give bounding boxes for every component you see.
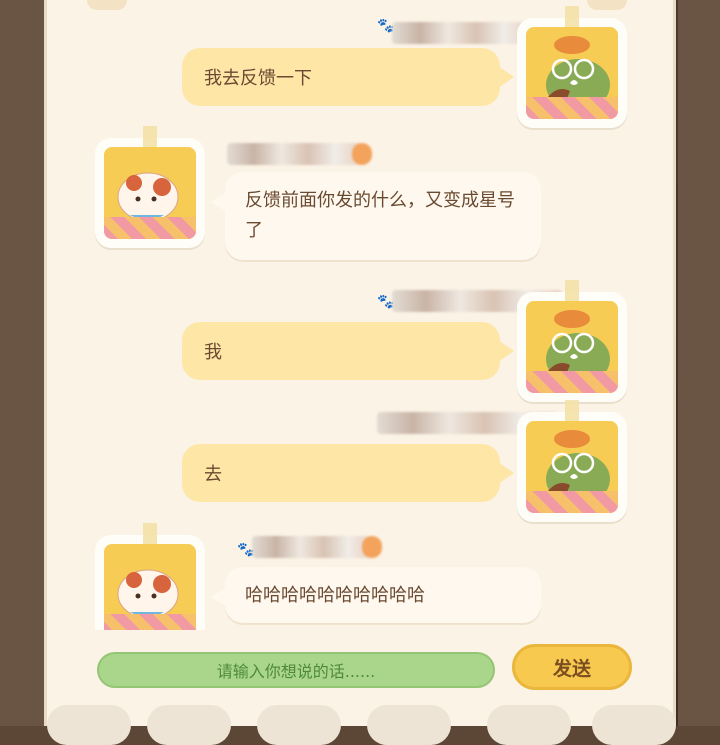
message-input[interactable]: 请输入你想说的话...... [97, 652, 495, 688]
message-text: 哈哈哈哈哈哈哈哈哈哈 [245, 585, 425, 606]
bottom-tab[interactable] [367, 705, 451, 745]
sender-name-blurred [227, 143, 372, 165]
cat-avatar[interactable] [95, 523, 205, 630]
message-bubble[interactable]: 哈哈哈哈哈哈哈哈哈哈 [211, 567, 541, 623]
bottom-tab-bar [47, 705, 676, 745]
message-bubble[interactable]: 我去反馈一下 [182, 48, 514, 106]
send-button[interactable]: 发送 [512, 644, 632, 690]
diamond-pattern [526, 491, 618, 513]
message-text: 我 [204, 342, 222, 363]
input-placeholder: 请输入你想说的话...... [216, 662, 376, 681]
right-background [678, 0, 720, 726]
bottom-tab[interactable] [592, 705, 676, 745]
message-bubble[interactable]: 去 [182, 444, 514, 502]
diamond-pattern [104, 217, 196, 239]
message-text: 反馈前面你发的什么，又变成星号了 [245, 190, 515, 241]
avatar-image [526, 27, 618, 119]
diamond-pattern [104, 614, 196, 630]
chat-list[interactable]: 🐾 我去反馈一下 反馈前面你发的什么，又变成星号了 🐾 我 去 🐾 哈哈哈哈哈哈… [47, 0, 673, 630]
bottom-tab[interactable] [147, 705, 231, 745]
frog-avatar[interactable] [517, 280, 627, 402]
frog-avatar[interactable] [517, 400, 627, 522]
tape-decoration [565, 400, 579, 422]
frog-avatar[interactable] [517, 6, 627, 128]
cat-avatar[interactable] [95, 126, 205, 248]
game-background: 🐾 我去反馈一下 反馈前面你发的什么，又变成星号了 🐾 我 去 🐾 哈哈哈哈哈哈… [0, 0, 720, 745]
message-text: 我去反馈一下 [204, 68, 312, 89]
send-button-label: 发送 [552, 657, 591, 680]
bottom-tab[interactable] [257, 705, 341, 745]
avatar-image [104, 544, 196, 630]
bottom-tab[interactable] [47, 705, 131, 745]
message-bubble[interactable]: 反馈前面你发的什么，又变成星号了 [211, 172, 541, 260]
message-text: 去 [204, 464, 222, 485]
sender-name-blurred [392, 22, 532, 44]
diamond-pattern [526, 371, 618, 393]
avatar-image [104, 147, 196, 239]
tape-decoration [565, 6, 579, 28]
tape-decoration [143, 523, 157, 545]
chat-panel: 🐾 我去反馈一下 反馈前面你发的什么，又变成星号了 🐾 我 去 🐾 哈哈哈哈哈哈… [44, 0, 676, 745]
sender-name-blurred [252, 536, 382, 558]
diamond-pattern [526, 97, 618, 119]
tape-decoration [565, 280, 579, 302]
tape-decoration [143, 126, 157, 148]
bottom-tab[interactable] [487, 705, 571, 745]
avatar-image [526, 421, 618, 513]
avatar-image [526, 301, 618, 393]
left-background [0, 0, 48, 726]
message-bubble[interactable]: 我 [182, 322, 514, 380]
